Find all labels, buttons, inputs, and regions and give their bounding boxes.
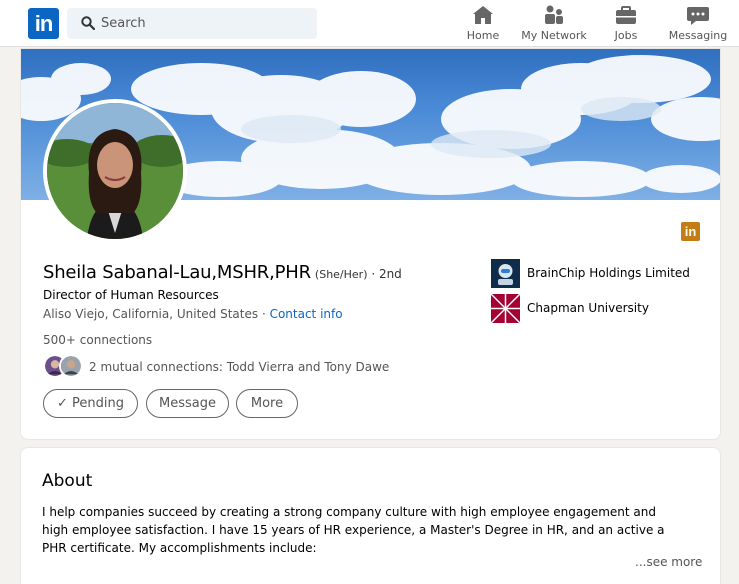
message-button[interactable]: Message — [146, 389, 229, 418]
brainchip-logo — [491, 259, 520, 288]
search-box[interactable] — [67, 8, 317, 39]
linkedin-logo[interactable]: in — [28, 8, 59, 39]
profile-headline: Director of Human Resources — [43, 288, 219, 302]
briefcase-icon — [616, 6, 636, 24]
check-icon: ✓ — [56, 396, 68, 411]
separator: · — [258, 307, 270, 321]
chapman-logo — [491, 294, 520, 323]
about-card: About I help companies succeed by creati… — [20, 447, 721, 584]
search-icon — [81, 16, 95, 30]
nav-label: My Network — [521, 29, 587, 42]
message-label: Message — [159, 396, 216, 411]
more-button[interactable]: More — [236, 389, 298, 418]
nav-label: Home — [466, 29, 500, 42]
more-label: More — [250, 396, 284, 411]
nav-home[interactable]: Home — [462, 4, 504, 44]
network-icon — [545, 5, 563, 24]
connection-degree: · 2nd — [367, 267, 402, 281]
pronouns: (She/Her) — [314, 268, 368, 281]
name-row: Sheila Sabanal-Lau,MSHR,PHR (She/Her) · 2… — [43, 262, 402, 283]
search-input[interactable] — [101, 8, 311, 39]
nav-jobs[interactable]: Jobs — [606, 4, 646, 44]
location-row: Aliso Viejo, California, United States ·… — [43, 307, 343, 321]
mutual-connections-text: 2 mutual connections: Todd Vierra and To… — [89, 360, 390, 374]
about-title: About — [42, 471, 93, 491]
profile-name: Sheila Sabanal-Lau,MSHR,PHR — [43, 262, 311, 283]
pending-button[interactable]: ✓ Pending — [43, 389, 138, 418]
mutual-avatar — [59, 354, 83, 378]
home-icon — [473, 6, 493, 24]
pending-label: Pending — [72, 396, 124, 411]
school-name: Chapman University — [527, 301, 649, 315]
profile-location: Aliso Viejo, California, United States — [43, 307, 259, 321]
contact-info-link[interactable]: Contact info — [270, 307, 343, 321]
see-more-link[interactable]: ...see more — [635, 555, 702, 569]
messaging-icon — [687, 7, 709, 25]
about-text: I help companies succeed by creating a s… — [42, 505, 665, 555]
profile-photo-image — [47, 103, 183, 239]
connections-count[interactable]: 500+ connections — [43, 333, 152, 347]
profile-card: in Sheila Sabanal-Lau,MSHR,PHR (She/Her) … — [20, 48, 721, 440]
linkedin-badge-icon[interactable]: in — [681, 222, 700, 241]
nav-my-network[interactable]: My Network — [520, 4, 588, 44]
profile-photo[interactable] — [43, 99, 187, 243]
top-nav: in Home My Network Jobs — [0, 0, 739, 47]
company-name: BrainChip Holdings Limited — [527, 266, 690, 280]
nav-label: Jobs — [614, 29, 638, 42]
nav-label: Messaging — [668, 29, 728, 42]
nav-messaging[interactable]: Messaging — [668, 4, 728, 44]
